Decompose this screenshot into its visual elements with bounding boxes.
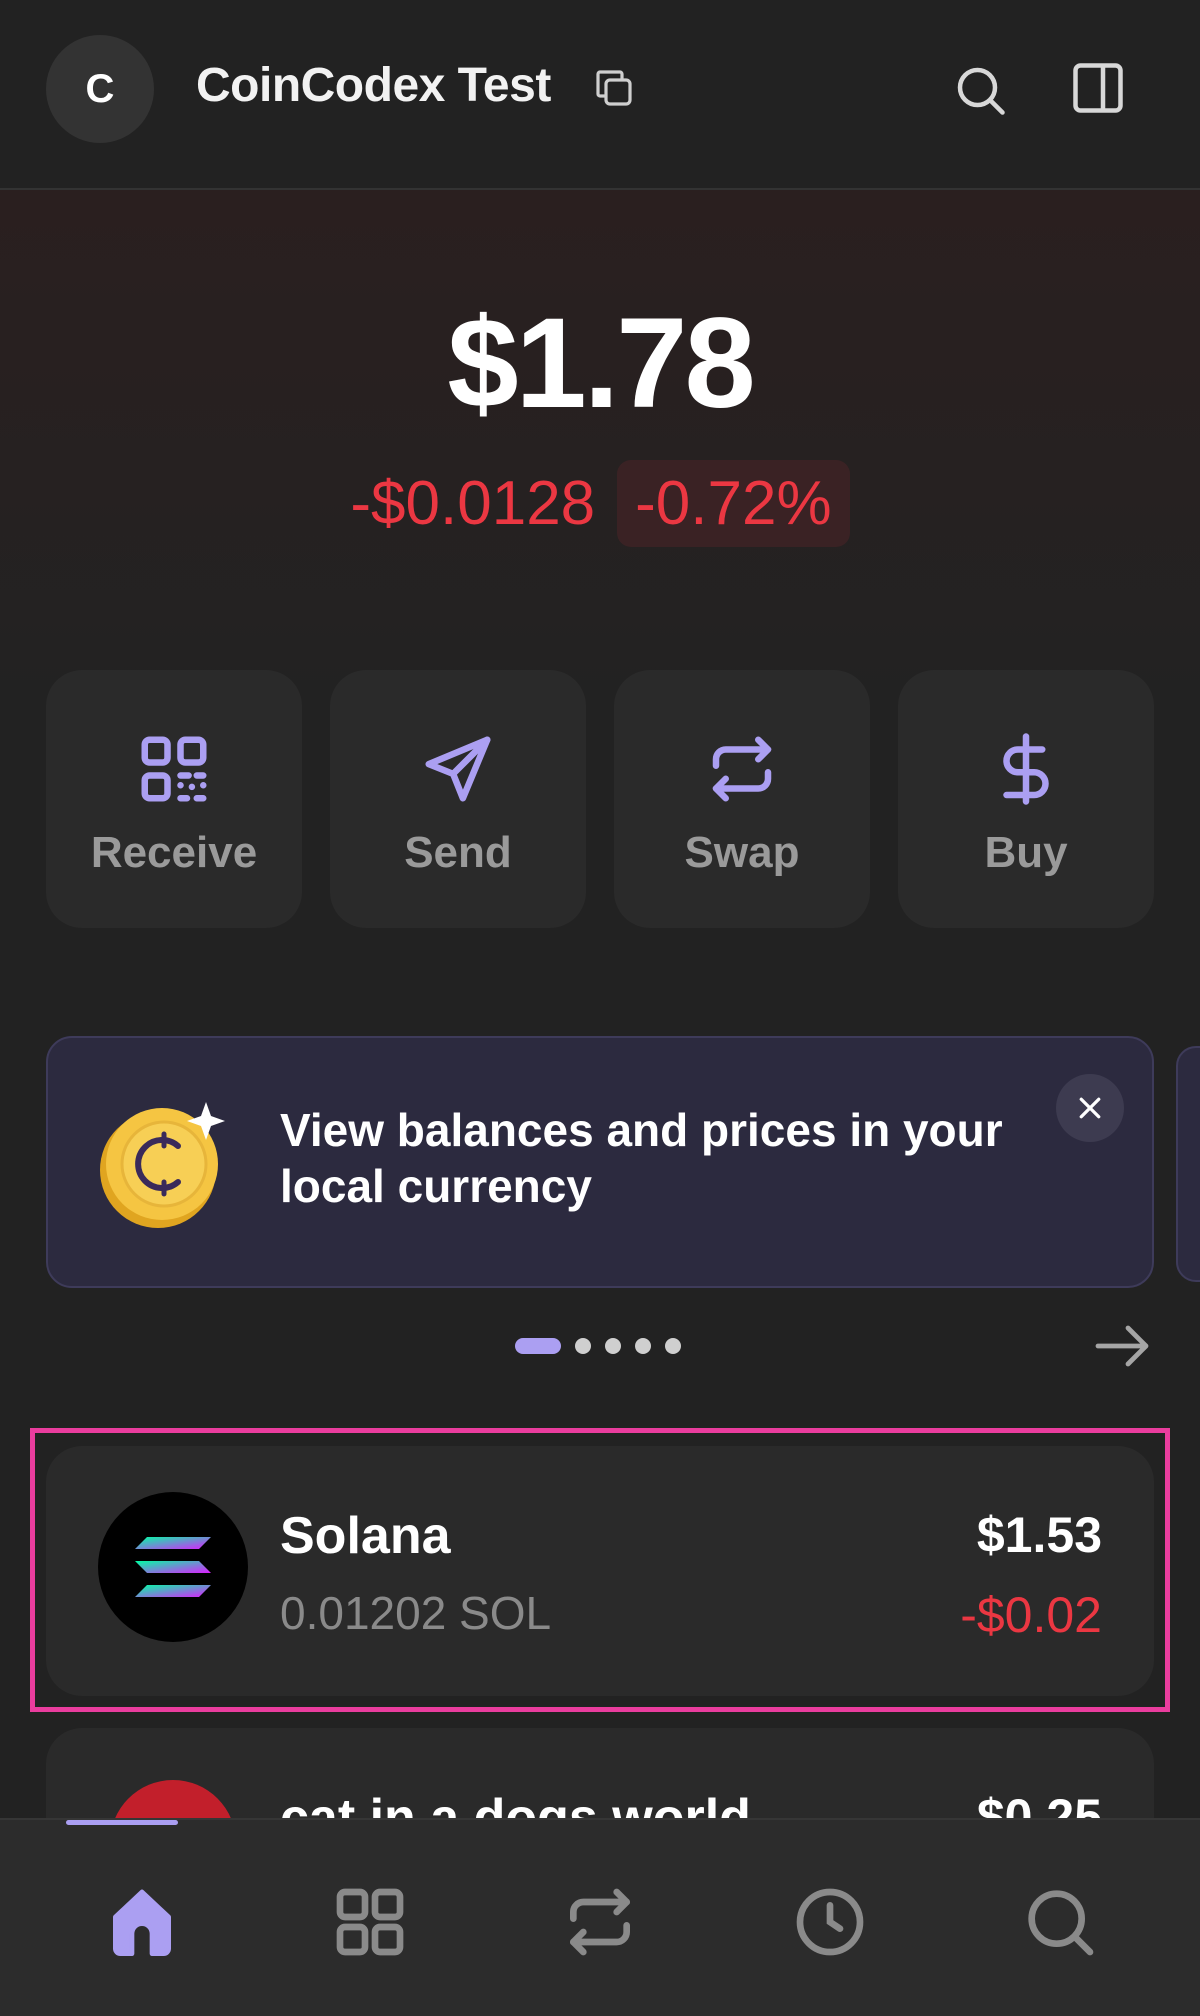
carousel-dot[interactable] [515,1338,561,1354]
swap-button[interactable]: Swap [614,670,870,928]
send-icon [425,736,491,802]
close-icon [1079,1097,1101,1119]
buy-button[interactable]: Buy [898,670,1154,928]
buy-label: Buy [984,828,1068,877]
coin-sparkle-icon [100,1102,225,1228]
arrow-right-icon[interactable] [1094,1322,1152,1370]
currency-promo-banner[interactable]: View balances and prices in your local c… [46,1036,1154,1288]
change-percent-badge: -0.72% [617,460,850,547]
explore-search-icon[interactable] [1020,1882,1100,1962]
bottom-navigation [0,1818,1200,2016]
swap-icon[interactable] [560,1882,640,1962]
next-banner-peek [1176,1046,1200,1282]
top-bar: C CoinCodex Test [0,0,1200,190]
receive-button[interactable]: Receive [46,670,302,928]
account-avatar[interactable]: C [46,35,154,143]
side-panel-icon[interactable] [1068,58,1128,118]
carousel-dot[interactable] [665,1338,681,1354]
search-icon[interactable] [950,60,1010,120]
qr-code-icon [141,736,207,802]
wallet-name[interactable]: CoinCodex Test [196,58,551,113]
balance-change: -$0.0128 -0.72% [0,460,1200,547]
copy-icon[interactable] [590,64,638,112]
dollar-icon [1003,733,1049,805]
carousel-dots [515,1336,681,1356]
selection-highlight [30,1428,1170,1712]
send-label: Send [404,828,512,877]
carousel-dot[interactable] [575,1338,591,1354]
balance-hero [0,190,1200,710]
change-amount: -$0.0128 [350,469,596,538]
send-button[interactable]: Send [330,670,586,928]
swap-label: Swap [684,828,800,877]
carousel-dot[interactable] [605,1338,621,1354]
active-tab-indicator [66,1820,178,1825]
banner-close-button[interactable] [1056,1074,1124,1142]
swap-icon [712,736,772,802]
carousel-dot[interactable] [635,1338,651,1354]
total-balance: $1.78 [447,292,755,435]
receive-label: Receive [90,828,258,877]
collectibles-grid-icon[interactable] [330,1882,410,1962]
banner-message: View balances and prices in your local c… [280,1104,1003,1212]
home-icon[interactable] [102,1882,182,1962]
avatar-letter: C [85,66,115,111]
action-buttons: Receive Send Swap Buy [46,670,1154,928]
history-clock-icon[interactable] [790,1882,870,1962]
